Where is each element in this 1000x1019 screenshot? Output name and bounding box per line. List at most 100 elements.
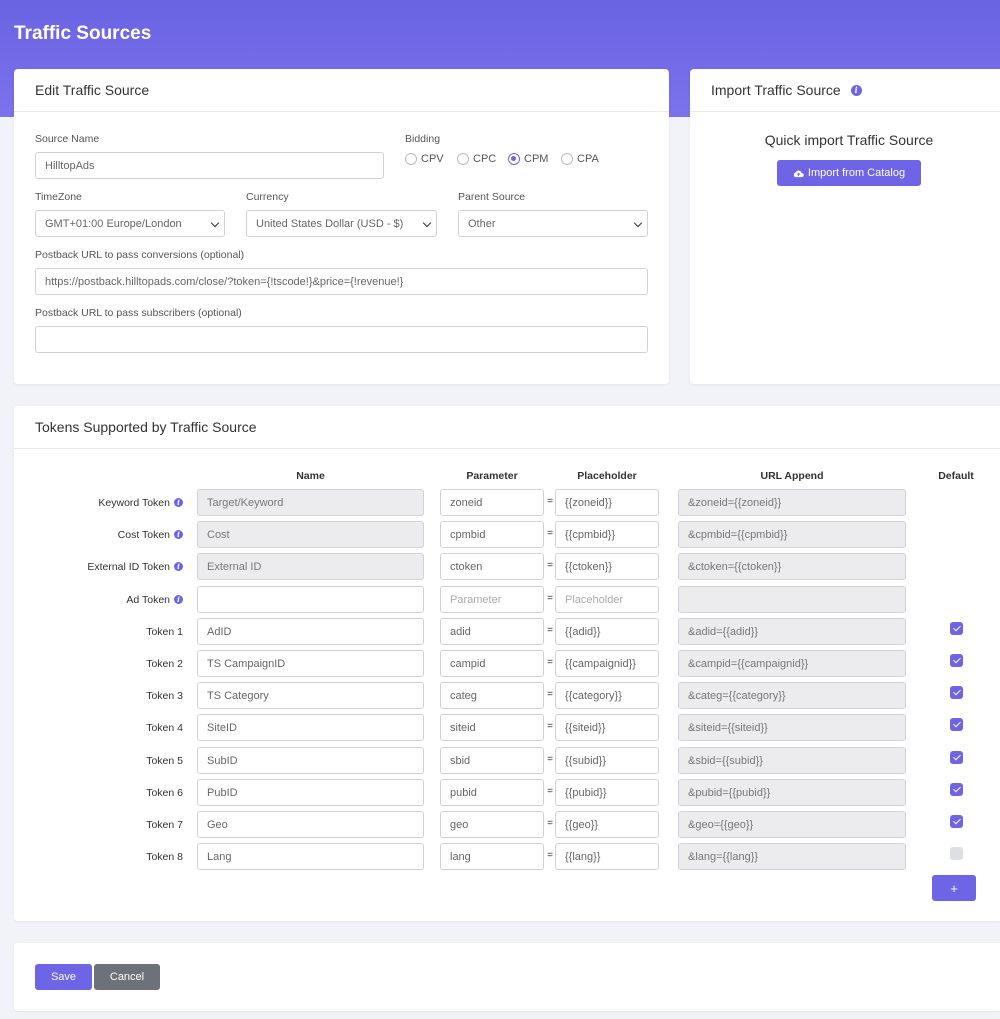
token-parameter-input[interactable]: categ: [440, 682, 544, 709]
cancel-button[interactable]: Cancel: [94, 964, 160, 990]
token-name-input[interactable]: SubID: [197, 747, 424, 774]
token-name-input[interactable]: TS Category: [197, 682, 424, 709]
token-row-label: Ad Token i: [14, 586, 183, 613]
import-from-catalog-button[interactable]: Import from Catalog: [777, 160, 921, 186]
token-name-input[interactable]: PubID: [197, 779, 424, 806]
token-placeholder-input[interactable]: {{subid}}: [555, 747, 659, 774]
column-header-default: Default: [938, 470, 974, 482]
token-placeholder-input[interactable]: {{lang}}: [555, 843, 659, 870]
bidding-option-cpc[interactable]: CPC: [457, 153, 496, 165]
postback-conversions-label: Postback URL to pass conversions (option…: [35, 249, 245, 261]
token-name-input[interactable]: Target/Keyword: [197, 489, 424, 516]
token-placeholder-input[interactable]: {{siteid}}: [555, 714, 659, 741]
default-checkbox[interactable]: [950, 686, 963, 699]
bidding-option-cpv[interactable]: CPV: [405, 153, 444, 165]
info-icon[interactable]: i: [174, 498, 183, 507]
bidding-label: Bidding: [405, 133, 441, 145]
token-placeholder-input[interactable]: Placeholder: [555, 586, 659, 613]
postback-subscribers-label: Postback URL to pass subscribers (option…: [35, 307, 242, 319]
default-checkbox[interactable]: [950, 783, 963, 796]
add-token-button[interactable]: +: [932, 875, 976, 901]
token-parameter-input[interactable]: geo: [440, 811, 544, 838]
tokens-card: Tokens Supported by Traffic Source Name …: [14, 406, 1000, 921]
radio-label: CPV: [421, 153, 444, 165]
token-label-text: External ID Token: [87, 560, 170, 573]
token-url-append: &cpmbid={{cpmbid}}: [678, 521, 906, 548]
timezone-label: TimeZone: [35, 191, 82, 203]
default-checkbox[interactable]: [950, 622, 963, 635]
token-placeholder-input[interactable]: {{pubid}}: [555, 779, 659, 806]
token-parameter-input[interactable]: campid: [440, 650, 544, 677]
chevron-down-icon: [210, 218, 220, 228]
parent-source-label: Parent Source: [458, 191, 526, 203]
token-row-label: Token 4: [14, 714, 183, 741]
parent-source-select[interactable]: Other: [458, 210, 648, 237]
postback-subscribers-input[interactable]: [35, 326, 648, 353]
info-icon[interactable]: i: [174, 562, 183, 571]
token-url-append: &lang={{lang}}: [678, 843, 906, 870]
token-parameter-input[interactable]: zoneid: [440, 489, 544, 516]
currency-select[interactable]: United States Dollar (USD - $): [246, 210, 437, 237]
radio-icon: [561, 153, 573, 165]
token-row-label: Token 7: [14, 811, 183, 838]
radio-icon: [405, 153, 417, 165]
info-icon[interactable]: i: [850, 84, 862, 96]
token-placeholder-input[interactable]: {{geo}}: [555, 811, 659, 838]
token-parameter-input[interactable]: pubid: [440, 779, 544, 806]
equals-sign: =: [547, 528, 553, 539]
info-icon[interactable]: i: [174, 530, 183, 539]
bidding-option-cpa[interactable]: CPA: [561, 153, 599, 165]
page-title: Traffic Sources: [14, 23, 152, 44]
card-title: Import Traffic Source: [711, 82, 841, 98]
chevron-down-icon: [422, 218, 432, 228]
token-name-input[interactable]: Lang: [197, 843, 424, 870]
token-label-text: Token 1: [146, 625, 183, 638]
default-checkbox[interactable]: [950, 718, 963, 731]
info-icon[interactable]: i: [174, 595, 183, 604]
radio-selected-icon: [508, 153, 520, 165]
token-parameter-input[interactable]: cpmbid: [440, 521, 544, 548]
token-parameter-input[interactable]: lang: [440, 843, 544, 870]
token-label-text: Token 8: [146, 850, 183, 863]
token-placeholder-input[interactable]: {{ctoken}}: [555, 553, 659, 580]
postback-conversions-input[interactable]: https://postback.hilltopads.com/close/?t…: [35, 268, 648, 295]
token-row-label: External ID Token i: [14, 553, 183, 580]
token-parameter-input[interactable]: siteid: [440, 714, 544, 741]
card-title: Tokens Supported by Traffic Source: [35, 419, 257, 435]
token-row-label: Token 3: [14, 682, 183, 709]
token-parameter-input[interactable]: adid: [440, 618, 544, 645]
token-parameter-input[interactable]: ctoken: [440, 553, 544, 580]
card-header: Tokens Supported by Traffic Source: [14, 406, 1000, 449]
token-parameter-input[interactable]: sbid: [440, 747, 544, 774]
cloud-upload-icon: [793, 170, 804, 177]
token-placeholder-input[interactable]: {{zoneid}}: [555, 489, 659, 516]
default-checkbox[interactable]: [950, 815, 963, 828]
equals-sign: =: [547, 850, 553, 861]
token-name-input[interactable]: [197, 586, 424, 613]
radio-label: CPM: [524, 153, 549, 165]
token-placeholder-input[interactable]: {{adid}}: [555, 618, 659, 645]
token-placeholder-input[interactable]: {{cpmbid}}: [555, 521, 659, 548]
token-parameter-input[interactable]: Parameter: [440, 586, 544, 613]
equals-sign: =: [547, 818, 553, 829]
source-name-input[interactable]: HilltopAds: [35, 152, 384, 179]
token-name-input[interactable]: AdID: [197, 618, 424, 645]
edit-traffic-source-card: Edit Traffic Source Source Name HilltopA…: [14, 69, 669, 384]
token-name-input[interactable]: SiteID: [197, 714, 424, 741]
token-name-input[interactable]: External ID: [197, 553, 424, 580]
token-placeholder-input[interactable]: {{campaignid}}: [555, 650, 659, 677]
bidding-option-cpm[interactable]: CPM: [508, 153, 548, 165]
actions-card: Save Cancel: [14, 943, 1000, 1011]
equals-sign: =: [547, 496, 553, 507]
default-checkbox[interactable]: [950, 751, 963, 764]
token-placeholder-input[interactable]: {{category}}: [555, 682, 659, 709]
default-checkbox[interactable]: [950, 847, 963, 860]
token-url-append: &categ={{category}}: [678, 682, 906, 709]
timezone-select[interactable]: GMT+01:00 Europe/London: [35, 210, 225, 237]
save-button[interactable]: Save: [35, 964, 92, 990]
token-name-input[interactable]: Geo: [197, 811, 424, 838]
token-name-input[interactable]: TS CampaignID: [197, 650, 424, 677]
default-checkbox[interactable]: [950, 654, 963, 667]
timezone-value: GMT+01:00 Europe/London: [45, 217, 182, 230]
token-name-input[interactable]: Cost: [197, 521, 424, 548]
